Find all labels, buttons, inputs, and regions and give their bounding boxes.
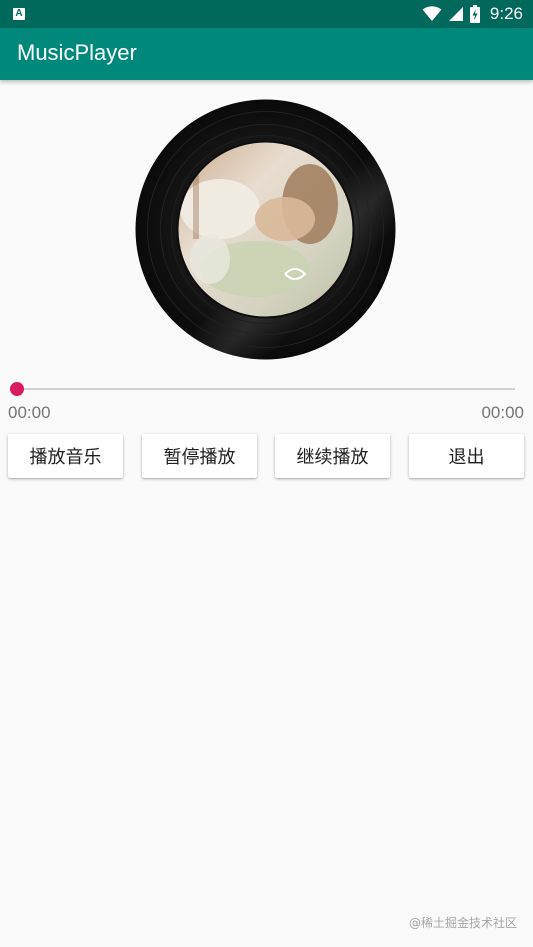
status-bar: A 9:26 — [0, 0, 533, 28]
resume-button[interactable]: 继续播放 — [275, 434, 390, 478]
album-art-image — [135, 99, 396, 360]
app-title: MusicPlayer — [17, 40, 137, 65]
seek-bar-track[interactable] — [17, 388, 515, 390]
current-time: 00:00 — [8, 403, 51, 422]
exit-button[interactable]: 退出 — [409, 434, 524, 478]
cellular-signal-icon — [448, 7, 463, 21]
battery-charging-icon — [469, 5, 480, 23]
app-notification-icon: A — [13, 8, 25, 20]
seek-bar-thumb[interactable] — [10, 382, 24, 396]
total-time: 00:00 — [481, 403, 524, 422]
watermark: @稀土掘金技术社区 — [408, 916, 517, 930]
play-music-button[interactable]: 播放音乐 — [8, 434, 123, 478]
pause-button[interactable]: 暂停播放 — [142, 434, 257, 478]
app-bar: MusicPlayer — [0, 28, 533, 80]
controls-row: 播放音乐 暂停播放 继续播放 退出 — [8, 434, 524, 478]
vinyl-disc — [135, 99, 396, 360]
status-time: 9:26 — [489, 4, 523, 23]
status-icons: 9:26 — [422, 0, 523, 28]
wifi-icon — [422, 6, 442, 21]
